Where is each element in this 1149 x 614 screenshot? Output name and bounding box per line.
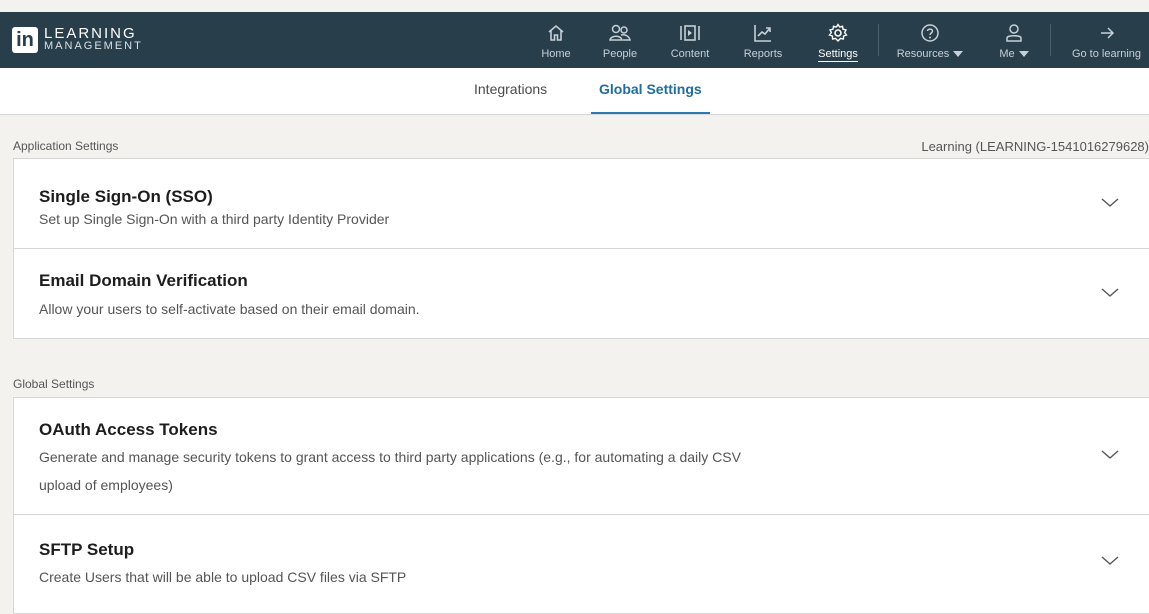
oauth-card[interactable]: OAuth Access Tokens Generate and manage …: [13, 397, 1149, 515]
nav-content[interactable]: Content: [665, 12, 715, 68]
nav-resources-text: Resources: [896, 48, 950, 60]
nav-me[interactable]: Me: [992, 12, 1036, 68]
global-settings-heading: Global Settings: [13, 377, 95, 391]
card-description: Generate and manage security tokens to g…: [39, 449, 741, 493]
reports-chart-icon: [753, 21, 773, 45]
people-icon: [608, 21, 632, 45]
tab-global-settings[interactable]: Global Settings: [591, 68, 710, 114]
nav-home-label: Home: [541, 48, 571, 60]
nav-resources[interactable]: Resources: [891, 12, 969, 68]
nav-reports-label: Reports: [743, 48, 783, 60]
settings-tabs: Integrations Global Settings: [0, 68, 1149, 115]
nav-reports[interactable]: Reports: [739, 12, 787, 68]
arrow-right-icon: [1099, 21, 1115, 45]
linkedin-logo-icon: in: [12, 27, 38, 53]
content-icon: [679, 21, 701, 45]
tab-integrations[interactable]: Integrations: [474, 68, 547, 112]
nav-me-text: Me: [999, 48, 1015, 60]
brand-line1: LEARNING: [44, 25, 137, 42]
top-nav-bar: in LEARNING MANAGEMENT Home People Conte…: [0, 12, 1149, 68]
nav-divider: [878, 24, 879, 56]
chevron-down-icon[interactable]: [1101, 198, 1119, 208]
caret-down-icon: [1018, 51, 1029, 58]
application-id: Learning (LEARNING-1541016279628): [921, 139, 1149, 154]
nav-resources-label: Resources: [897, 48, 964, 60]
gear-icon: [828, 21, 848, 45]
card-title: Single Sign-On (SSO): [39, 187, 213, 206]
nav-divider: [1050, 24, 1051, 56]
user-icon: [1004, 21, 1024, 45]
nav-go-to-learning[interactable]: Go to learning: [1064, 12, 1149, 68]
help-circle-icon: [920, 21, 940, 45]
chevron-down-icon[interactable]: [1101, 288, 1119, 298]
nav-settings[interactable]: Settings: [813, 12, 863, 68]
sso-card[interactable]: Single Sign-On (SSO) Set up Single Sign-…: [13, 158, 1149, 249]
caret-down-icon: [953, 51, 964, 58]
card-title: Email Domain Verification: [39, 271, 248, 290]
card-title: SFTP Setup: [39, 540, 135, 559]
sftp-card[interactable]: SFTP Setup Create Users that will be abl…: [13, 514, 1149, 614]
nav-people-label: People: [602, 48, 638, 60]
chevron-down-icon[interactable]: [1101, 556, 1119, 566]
nav-people[interactable]: People: [598, 12, 642, 68]
chevron-down-icon[interactable]: [1101, 450, 1119, 460]
nav-me-label: Me: [999, 48, 1029, 60]
nav-home[interactable]: Home: [536, 12, 576, 68]
application-settings-heading: Application Settings: [13, 139, 119, 153]
brand-logo[interactable]: in LEARNING MANAGEMENT: [12, 25, 143, 53]
home-icon: [546, 21, 566, 45]
nav-settings-label: Settings: [818, 48, 858, 62]
card-description: Allow your users to self-activate based …: [39, 301, 420, 317]
card-description: Create Users that will be able to upload…: [39, 569, 407, 585]
brand-line2: MANAGEMENT: [44, 40, 143, 52]
nav-go-label: Go to learning: [1071, 48, 1142, 60]
email-domain-card[interactable]: Email Domain Verification Allow your use…: [13, 248, 1149, 339]
nav-content-label: Content: [670, 48, 710, 60]
card-title: OAuth Access Tokens: [39, 420, 218, 439]
card-description: Set up Single Sign-On with a third party…: [39, 211, 390, 227]
brand-text: LEARNING MANAGEMENT: [44, 25, 143, 53]
